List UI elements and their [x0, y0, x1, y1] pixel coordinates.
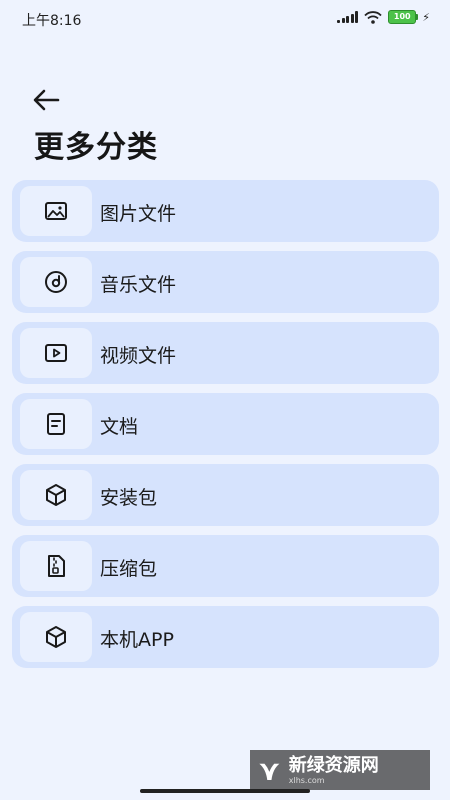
- item-icon-box: [20, 470, 92, 520]
- category-label: 视频文件: [100, 345, 177, 367]
- item-icon-box: [20, 186, 92, 236]
- item-icon-box: [20, 541, 92, 591]
- item-icon-box: [20, 612, 92, 662]
- category-label: 本机APP: [100, 629, 174, 651]
- document-icon: [47, 413, 65, 435]
- home-indicator[interactable]: [140, 789, 310, 793]
- watermark-logo-icon: ⋎: [258, 753, 281, 787]
- category-item-local-apps[interactable]: 本机APP: [12, 606, 439, 668]
- charging-icon: ⚡: [422, 10, 430, 24]
- video-icon: [45, 344, 67, 362]
- watermark: ⋎ 新绿资源网 xlhs.com: [250, 750, 430, 790]
- app-box-icon: [46, 626, 66, 648]
- zip-archive-icon: [48, 555, 65, 577]
- item-icon-box: [20, 328, 92, 378]
- category-list: 图片文件 音乐文件 视频文件 文档 安装包 压缩包 本机APP: [12, 180, 439, 677]
- back-button[interactable]: [30, 84, 70, 116]
- status-bar: 上午8:16 100 ⚡: [0, 0, 450, 38]
- category-item-archives[interactable]: 压缩包: [12, 535, 439, 597]
- category-label: 图片文件: [100, 203, 177, 225]
- image-icon: [45, 202, 67, 220]
- signal-icon: [337, 11, 359, 23]
- watermark-text-group: 新绿资源网 xlhs.com: [288, 754, 379, 785]
- package-box-icon: [46, 484, 66, 506]
- category-label: 音乐文件: [100, 274, 177, 296]
- status-icons: 100 ⚡: [337, 10, 430, 24]
- category-item-music[interactable]: 音乐文件: [12, 251, 439, 313]
- category-item-documents[interactable]: 文档: [12, 393, 439, 455]
- item-icon-box: [20, 257, 92, 307]
- category-item-packages[interactable]: 安装包: [12, 464, 439, 526]
- music-disc-icon: [45, 271, 67, 293]
- item-icon-box: [20, 399, 92, 449]
- category-item-videos[interactable]: 视频文件: [12, 322, 439, 384]
- category-item-images[interactable]: 图片文件: [12, 180, 439, 242]
- back-arrow-icon: [33, 89, 60, 111]
- category-label: 压缩包: [100, 558, 158, 580]
- category-label: 文档: [100, 416, 139, 438]
- wifi-icon: [364, 10, 382, 24]
- watermark-brand: 新绿资源网: [288, 754, 379, 776]
- category-label: 安装包: [100, 487, 158, 509]
- watermark-domain: xlhs.com: [288, 775, 325, 785]
- battery-icon: 100: [388, 10, 419, 24]
- page-title: 更多分类: [34, 130, 158, 165]
- status-time: 上午8:16: [22, 13, 82, 29]
